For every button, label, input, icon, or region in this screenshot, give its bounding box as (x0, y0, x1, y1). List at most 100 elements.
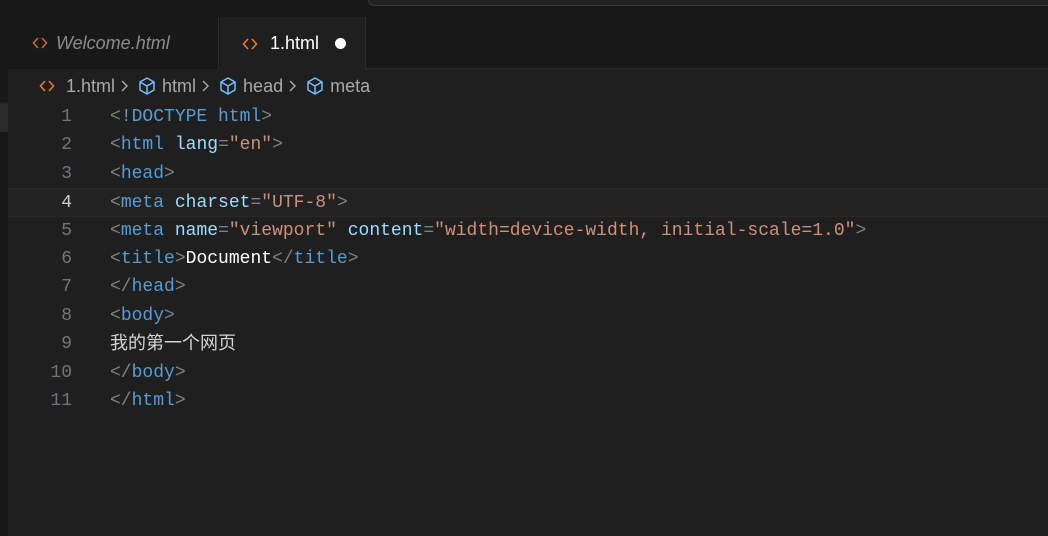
line-number: 4 (61, 193, 72, 214)
code-token: body (131, 362, 175, 383)
code-token: title (293, 249, 348, 269)
breadcrumb-head[interactable]: head (217, 76, 283, 97)
breadcrumb-meta[interactable]: meta (304, 76, 370, 97)
line-content: <head> (110, 160, 175, 188)
code-token: "en" (228, 135, 273, 156)
code-token: lang (174, 135, 219, 156)
unsaved-dot-icon[interactable] (335, 38, 347, 49)
code-token: > (347, 249, 359, 269)
code-token: "viewport" (228, 220, 337, 241)
line-number: 9 (61, 334, 72, 355)
code-token: < (110, 163, 121, 184)
code-token: = (218, 135, 229, 156)
line-content: <html lang="en"> (110, 131, 283, 159)
code-token: Document (185, 249, 273, 269)
code-token: head (120, 163, 165, 184)
line-content: <body> (110, 302, 175, 330)
code-token: </ (272, 249, 294, 269)
code-token: body (120, 305, 165, 326)
line-number: 1 (61, 107, 72, 127)
tab-1-html[interactable]: 1.html (220, 17, 366, 70)
tab-welcome[interactable]: Welcome.html (8, 17, 219, 69)
chevron-right-icon (288, 78, 298, 94)
cube-icon (220, 77, 236, 95)
code-token: > (174, 277, 186, 298)
code-token: </ (110, 277, 132, 298)
title-bar (8, 0, 1048, 17)
cube-icon (307, 77, 323, 95)
code-token: = (218, 220, 229, 241)
code-token: html (120, 135, 165, 156)
code-line[interactable]: 2 <html lang="en"> (8, 131, 1048, 159)
code-token: title (120, 249, 175, 269)
code-brackets-icon (242, 37, 258, 50)
code-editor[interactable]: 1 <!DOCTYPE html> 2 <html lang="en"> 3 <head>… (8, 103, 1048, 536)
code-token: html (131, 391, 175, 411)
code-line[interactable]: 6 <title>Document</title> (8, 245, 1048, 273)
line-content: </html> (110, 387, 186, 415)
code-token: > (336, 193, 348, 214)
code-token: = (250, 193, 262, 214)
line-number: 7 (61, 277, 72, 298)
breadcrumb-label: html (162, 75, 197, 96)
line-content: <title>Document</title> (110, 245, 359, 273)
code-line[interactable]: 8 <body> (8, 302, 1048, 330)
line-content: <!DOCTYPE html> (110, 103, 272, 131)
command-center[interactable] (368, 0, 1048, 6)
code-token: name (174, 220, 219, 241)
code-token: "UTF-8" (261, 193, 337, 214)
code-line[interactable]: 7 </head> (8, 273, 1048, 301)
code-line[interactable]: 11 </html> (8, 387, 1048, 415)
code-token: > (174, 362, 186, 383)
code-token: meta (120, 193, 165, 214)
code-line[interactable]: 4 <meta charset="UTF-8"> (8, 188, 1048, 217)
line-content: <meta charset="UTF-8"> (110, 189, 348, 217)
code-token: content (347, 220, 424, 241)
code-token: < (110, 135, 121, 156)
chevron-right-icon (201, 78, 211, 94)
line-content: </body> (110, 359, 186, 387)
code-token: < (110, 193, 121, 214)
line-content: </head> (110, 273, 186, 301)
code-token: "width=device-width, initial-scale=1.0" (434, 220, 856, 241)
breadcrumb-label: 1.html (66, 75, 116, 96)
line-number: 5 (61, 220, 72, 241)
code-token: > (261, 107, 273, 127)
code-line[interactable]: 9 我的第一个网页 (8, 330, 1048, 358)
code-token: charset (174, 193, 251, 214)
breadcrumb-file[interactable]: 1.html (38, 76, 115, 97)
activity-strip (0, 0, 8, 536)
code-line[interactable]: 5 <meta name="viewport" content="width=de… (8, 217, 1048, 245)
breadcrumb-html[interactable]: html (136, 76, 196, 97)
code-token: > (174, 249, 186, 269)
code-brackets-icon (32, 37, 48, 49)
code-token: > (164, 163, 175, 184)
code-token: < (110, 249, 121, 269)
breadcrumb-label: meta (330, 75, 371, 96)
line-content: <meta name="viewport" content="width=dev… (110, 217, 866, 245)
chevron-right-icon (120, 78, 130, 94)
code-token: > (164, 305, 175, 326)
line-number: 11 (50, 391, 72, 411)
code-token: > (272, 135, 283, 156)
line-number: 3 (61, 163, 72, 184)
tab-label: 1.html (270, 33, 320, 53)
code-token: </ (110, 362, 132, 383)
code-token: > (855, 220, 867, 241)
tab-label: Welcome.html (56, 32, 170, 53)
line-highlight-marker (0, 103, 8, 132)
code-token: !DOCTYPE html (120, 107, 262, 127)
breadcrumb-label: head (243, 75, 284, 96)
code-line[interactable]: 1 <!DOCTYPE html> (8, 103, 1048, 131)
line-number: 6 (61, 249, 72, 269)
code-token: meta (120, 220, 165, 241)
code-line[interactable]: 10 </body> (8, 359, 1048, 387)
code-token: head (131, 277, 175, 298)
line-number: 2 (61, 135, 72, 156)
breadcrumb: 1.html html head meta (8, 69, 1048, 103)
code-token: = (423, 220, 435, 241)
code-line[interactable]: 3 <head> (8, 160, 1048, 188)
